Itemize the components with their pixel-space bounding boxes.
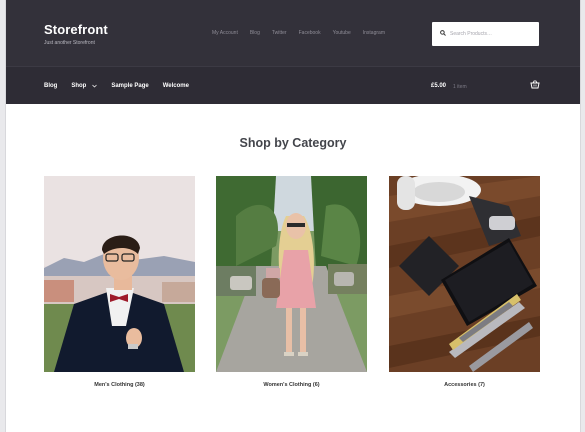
chevron-down-icon [92,84,98,88]
nav-item-label: Sample Page [111,83,149,89]
nav-item-label: Shop [71,83,87,89]
category-image[interactable] [216,176,367,372]
search-input[interactable] [450,28,532,40]
top-link-instagram[interactable]: Instagram [363,30,385,36]
top-link-blog[interactable]: Blog [250,30,260,36]
nav-item-label: Blog [44,83,58,89]
category-mens-clothing[interactable]: Men's Clothing (38) [44,176,195,388]
nav-item-shop[interactable]: Shop [71,83,98,89]
category-name: Accessories [444,382,477,388]
category-womens-clothing[interactable]: Women's Clothing (6) [216,176,367,388]
top-link-facebook[interactable]: Facebook [299,30,321,36]
site-tagline: Just another Storefront [44,40,95,46]
nav-menu: Blog Shop Sample Page Welcome [44,83,203,89]
search-box[interactable] [432,22,539,46]
category-label[interactable]: Women's Clothing (6) [216,382,367,388]
site-header: Storefront Just another Storefront My Ac… [6,0,580,104]
category-name: Men's Clothing [94,382,134,388]
primary-navigation: Blog Shop Sample Page Welcome £5.00 1 it… [6,66,580,104]
nav-item-welcome[interactable]: Welcome [163,83,189,89]
basket-icon[interactable] [530,80,540,89]
category-image[interactable] [44,176,195,372]
top-link-youtube[interactable]: Youtube [333,30,351,36]
top-link-my-account[interactable]: My Account [212,30,238,36]
cart-total[interactable]: £5.00 [431,83,446,89]
category-count: (7) [478,382,485,388]
cart-count[interactable]: 1 item [453,84,467,90]
category-image[interactable] [389,176,540,372]
section-title: Shop by Category [239,136,347,150]
nav-item-blog[interactable]: Blog [44,83,57,89]
category-accessories[interactable]: Accessories (7) [389,176,540,388]
secondary-navigation: My Account Blog Twitter Facebook Youtube… [212,30,385,36]
category-label[interactable]: Accessories (7) [389,382,540,388]
site-title[interactable]: Storefront [44,22,108,37]
top-link-twitter[interactable]: Twitter [272,30,287,36]
header-topbar: Storefront Just another Storefront My Ac… [6,0,580,66]
category-label[interactable]: Men's Clothing (38) [44,382,195,388]
category-count: (38) [134,382,145,388]
search-icon [440,30,446,36]
category-name: Women's Clothing [263,382,312,388]
nav-item-sample-page[interactable]: Sample Page [111,83,148,89]
nav-item-label: Welcome [162,83,189,89]
page: Storefront Just another Storefront My Ac… [6,0,580,432]
category-count: (6) [312,382,320,388]
